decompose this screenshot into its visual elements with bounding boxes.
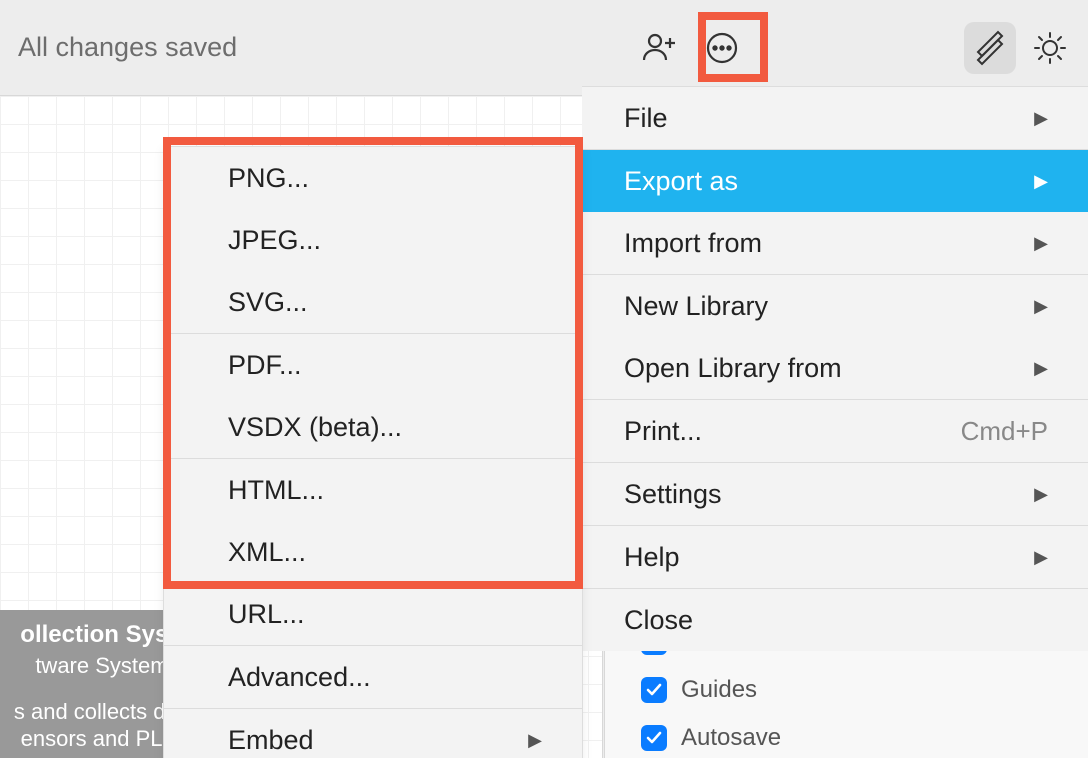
- menu-label: Open Library from: [624, 353, 1022, 384]
- chevron-right-icon: ▶: [1034, 108, 1048, 129]
- menu-label: PNG...: [228, 163, 542, 194]
- chevron-right-icon: ▶: [1034, 233, 1048, 254]
- export-pdf[interactable]: PDF...: [164, 334, 582, 396]
- export-html[interactable]: HTML...: [164, 459, 582, 521]
- menu-label: VSDX (beta)...: [228, 412, 542, 443]
- chevron-right-icon: ▶: [1034, 547, 1048, 568]
- menu-label: Advanced...: [228, 662, 542, 693]
- menu-label: File: [624, 103, 1022, 134]
- menu-label: Export as: [624, 166, 1022, 197]
- tools-icon: [972, 30, 1008, 66]
- check-guides[interactable]: Guides: [641, 666, 876, 714]
- export-embed[interactable]: Embed ▶: [164, 709, 582, 758]
- menu-file[interactable]: File ▶: [582, 87, 1088, 149]
- chevron-right-icon: ▶: [1034, 358, 1048, 379]
- menu-label: PDF...: [228, 350, 542, 381]
- export-jpeg[interactable]: JPEG...: [164, 209, 582, 271]
- add-user-icon: [640, 28, 680, 68]
- brightness-button[interactable]: [1024, 22, 1076, 74]
- export-svg[interactable]: SVG...: [164, 271, 582, 333]
- menu-label: Embed: [228, 725, 528, 756]
- more-button[interactable]: [696, 22, 748, 74]
- brightness-icon: [1032, 30, 1068, 66]
- export-vsdx[interactable]: VSDX (beta)...: [164, 396, 582, 458]
- menu-open-library-from[interactable]: Open Library from ▶: [582, 337, 1088, 399]
- menu-settings[interactable]: Settings ▶: [582, 463, 1088, 525]
- menu-label: URL...: [228, 599, 542, 630]
- check-autosave[interactable]: Autosave: [641, 714, 876, 758]
- tools-button[interactable]: [964, 22, 1016, 74]
- main-menu: File ▶ Export as ▶ Import from ▶ New Lib…: [582, 86, 1088, 651]
- chevron-right-icon: ▶: [1034, 296, 1048, 317]
- export-png[interactable]: PNG...: [164, 147, 582, 209]
- menu-label: Close: [624, 605, 1048, 636]
- menu-label: Help: [624, 542, 1022, 573]
- menu-label: JPEG...: [228, 225, 542, 256]
- menu-export-as[interactable]: Export as ▶: [582, 150, 1088, 212]
- menu-label: New Library: [624, 291, 1022, 322]
- menu-help[interactable]: Help ▶: [582, 526, 1088, 588]
- menu-label: XML...: [228, 537, 542, 568]
- chevron-right-icon: ▶: [1034, 484, 1048, 505]
- more-icon: [702, 28, 742, 68]
- status-text: All changes saved: [18, 32, 237, 63]
- menu-close[interactable]: Close: [582, 589, 1088, 651]
- check-label: Autosave: [681, 724, 781, 752]
- checkbox-icon: [641, 725, 667, 751]
- menu-shortcut: Cmd+P: [961, 416, 1048, 447]
- export-xml[interactable]: XML...: [164, 521, 582, 583]
- menu-label: HTML...: [228, 475, 542, 506]
- check-label: Guides: [681, 676, 757, 704]
- chevron-right-icon: ▶: [528, 730, 542, 751]
- menu-import-from[interactable]: Import from ▶: [582, 212, 1088, 274]
- chevron-right-icon: ▶: [1034, 171, 1048, 192]
- export-advanced[interactable]: Advanced...: [164, 646, 582, 708]
- menu-label: Settings: [624, 479, 1022, 510]
- menu-new-library[interactable]: New Library ▶: [582, 275, 1088, 337]
- export-url[interactable]: URL...: [164, 583, 582, 645]
- menu-print[interactable]: Print... Cmd+P: [582, 400, 1088, 462]
- export-submenu: PNG... JPEG... SVG... PDF... VSDX (beta)…: [163, 146, 583, 758]
- toolbar-right: [634, 0, 1076, 96]
- menu-label: Print...: [624, 416, 961, 447]
- checkbox-icon: [641, 677, 667, 703]
- menu-label: SVG...: [228, 287, 542, 318]
- toolbar: All changes saved: [0, 0, 1088, 96]
- add-user-button[interactable]: [634, 22, 686, 74]
- menu-label: Import from: [624, 228, 1022, 259]
